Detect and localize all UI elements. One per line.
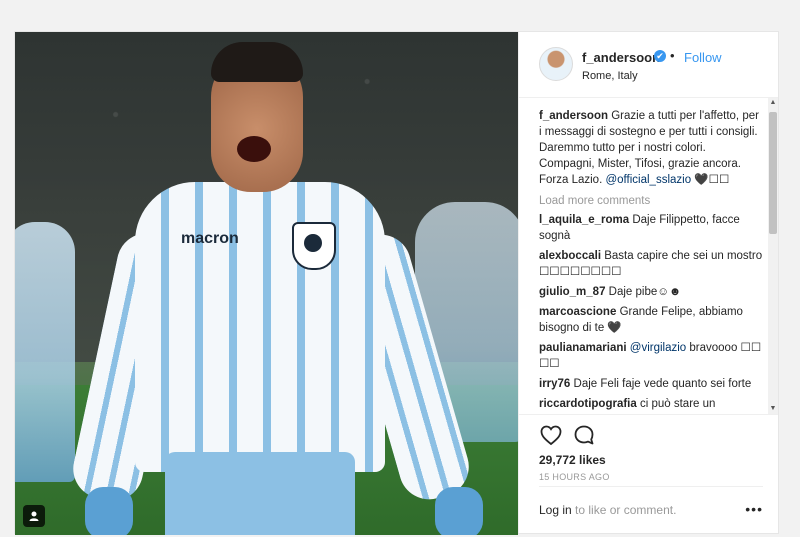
caption-username[interactable]: f_andersoon (539, 110, 608, 122)
post-footer: Log in to like or comment. ••• (539, 486, 763, 532)
scroll-up-arrow-icon[interactable]: ▲ (768, 98, 778, 108)
header-username[interactable]: f_andersoon (582, 50, 660, 65)
post-photo[interactable]: macron (15, 32, 518, 535)
load-more-comments-button[interactable]: Load more comments (539, 193, 764, 209)
post-sidebar: f_andersoon ✔ • Follow Rome, Italy f_and… (518, 32, 778, 533)
avatar[interactable] (539, 47, 573, 81)
shirt-brand-logo: macron (181, 230, 239, 247)
comment-item: l_aquila_e_roma Daje Filippetto, facce s… (539, 212, 764, 244)
comments-list[interactable]: f_andersoon Grazie a tutti per l'affetto… (519, 98, 778, 414)
location-link[interactable]: Rome, Italy (582, 70, 638, 82)
comment-item: alexboccali Basta capire che sei un most… (539, 248, 764, 280)
scroll-down-arrow-icon[interactable]: ▼ (768, 404, 778, 414)
post-header: f_andersoon ✔ • Follow Rome, Italy (519, 32, 778, 98)
photo-player-mouth (237, 136, 271, 162)
post-caption: f_andersoon Grazie a tutti per l'affetto… (539, 108, 764, 188)
comment-username[interactable]: l_aquila_e_roma (539, 214, 629, 226)
login-link[interactable]: Log in (539, 503, 572, 517)
comment-username[interactable]: giulio_m_87 (539, 286, 605, 298)
comment-item: paulianamariani @virgilazio bravoooo ☐☐ … (539, 340, 764, 372)
comment-icon[interactable] (572, 423, 596, 447)
comment-username[interactable]: riccardotipografia (539, 398, 637, 410)
post-timestamp[interactable]: 15 HOURS AGO (539, 472, 610, 482)
follow-button[interactable]: Follow (684, 50, 722, 65)
photo-player-shirt (135, 182, 385, 472)
comment-text: Daje pibe☺☻ (608, 286, 682, 298)
comment-item: giulio_m_87 Daje pibe☺☻ (539, 284, 764, 300)
comment-username[interactable]: marcoascione (539, 306, 616, 318)
caption-emoji: 🖤☐☐ (694, 174, 730, 186)
comment-item: irry76 Daje Feli faje vede quanto sei fo… (539, 376, 764, 392)
photo-glove-right (435, 487, 483, 535)
comment-text: Daje Feli faje vede quanto sei forte (573, 378, 752, 390)
photo-background-player-left (15, 222, 75, 482)
comment-username[interactable]: alexboccali (539, 250, 601, 262)
comment-username[interactable]: irry76 (539, 378, 570, 390)
comment-text: ci può stare un (639, 398, 716, 410)
login-prompt-text: to like or comment. (575, 503, 677, 517)
header-separator: • (670, 48, 675, 63)
instagram-post: macron f_andersoon ✔ • Follow Rome, Ital… (14, 31, 779, 535)
comments-content: f_andersoon Grazie a tutti per l'affetto… (539, 108, 764, 414)
scrollbar-thumb[interactable] (769, 112, 777, 234)
photo-player-shorts (165, 452, 355, 535)
comment-username[interactable]: paulianamariani (539, 342, 627, 354)
more-options-icon[interactable]: ••• (745, 501, 763, 517)
likes-count[interactable]: 29,772 likes (539, 453, 606, 467)
heart-icon[interactable] (539, 423, 563, 447)
photo-player-hair (211, 42, 303, 82)
login-prompt: Log in to like or comment. (539, 503, 676, 517)
user-tag-icon[interactable] (23, 505, 45, 527)
post-actions: 29,772 likes 15 HOURS AGO (519, 414, 778, 484)
verified-badge-icon: ✔ (654, 50, 666, 62)
club-crest (292, 222, 336, 270)
caption-mention[interactable]: @official_sslazio (605, 174, 691, 186)
photo-glove-left (85, 487, 133, 535)
comment-item: marcoascione Grande Felipe, abbiamo biso… (539, 304, 764, 336)
comment-mention[interactable]: @virgilazio (630, 342, 686, 354)
comment-item: riccardotipografia ci può stare un (539, 396, 764, 412)
